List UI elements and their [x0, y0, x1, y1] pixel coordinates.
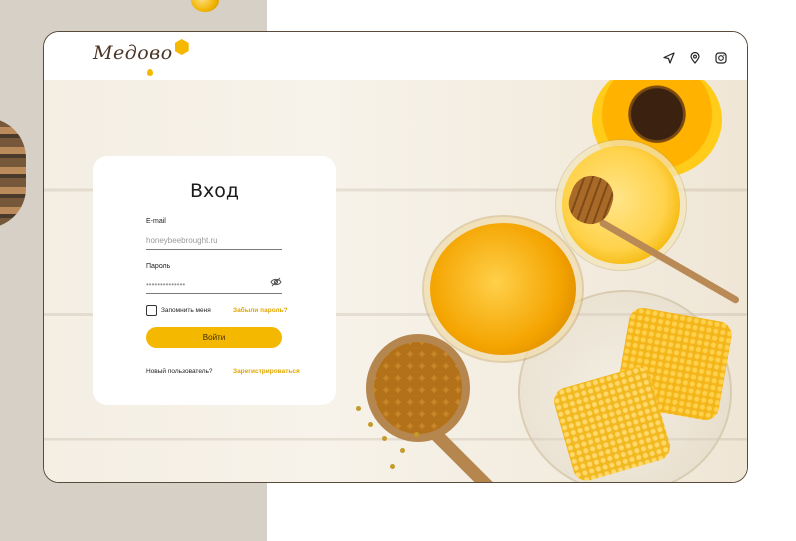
instagram-icon[interactable] [715, 51, 727, 64]
register-link[interactable]: Зарегистрироваться [233, 368, 300, 375]
remember-me-label: Запомнить меня [161, 307, 211, 314]
pollen-grain [414, 432, 419, 437]
logo[interactable]: Медово [93, 39, 189, 64]
password-field[interactable] [146, 275, 282, 294]
remember-me-checkbox[interactable] [146, 305, 157, 316]
pollen-grain [400, 448, 405, 453]
browser-frame: Медово Вход E-mail honeybeebrought.ru Па… [43, 31, 748, 483]
pollen-grain [368, 422, 373, 427]
logo-text: Медово [93, 42, 173, 64]
send-icon[interactable] [663, 51, 675, 64]
eye-off-icon[interactable] [270, 274, 282, 287]
honey-jar-large [430, 223, 576, 355]
pollen-grain [356, 406, 361, 411]
new-user-text: Новый пользователь? [146, 368, 213, 375]
login-button[interactable]: Войти [146, 327, 282, 348]
location-pin-icon[interactable] [689, 51, 701, 64]
header: Медово [44, 32, 747, 80]
pollen-grain [382, 436, 387, 441]
pollen-spoon [374, 342, 462, 434]
password-label: Пароль [146, 263, 171, 270]
honey-drop-icon [147, 69, 153, 76]
login-title: Вход [189, 180, 240, 202]
email-field[interactable] [146, 231, 282, 250]
social-icons [663, 51, 727, 64]
forgot-password-link[interactable]: Забыли пароль? [233, 307, 288, 314]
email-label: E-mail [146, 218, 166, 225]
honeycomb-icon [174, 39, 189, 55]
pollen-grain [390, 464, 395, 469]
login-card: Вход E-mail Пароль Запомнить меня Забыли… [93, 156, 336, 405]
